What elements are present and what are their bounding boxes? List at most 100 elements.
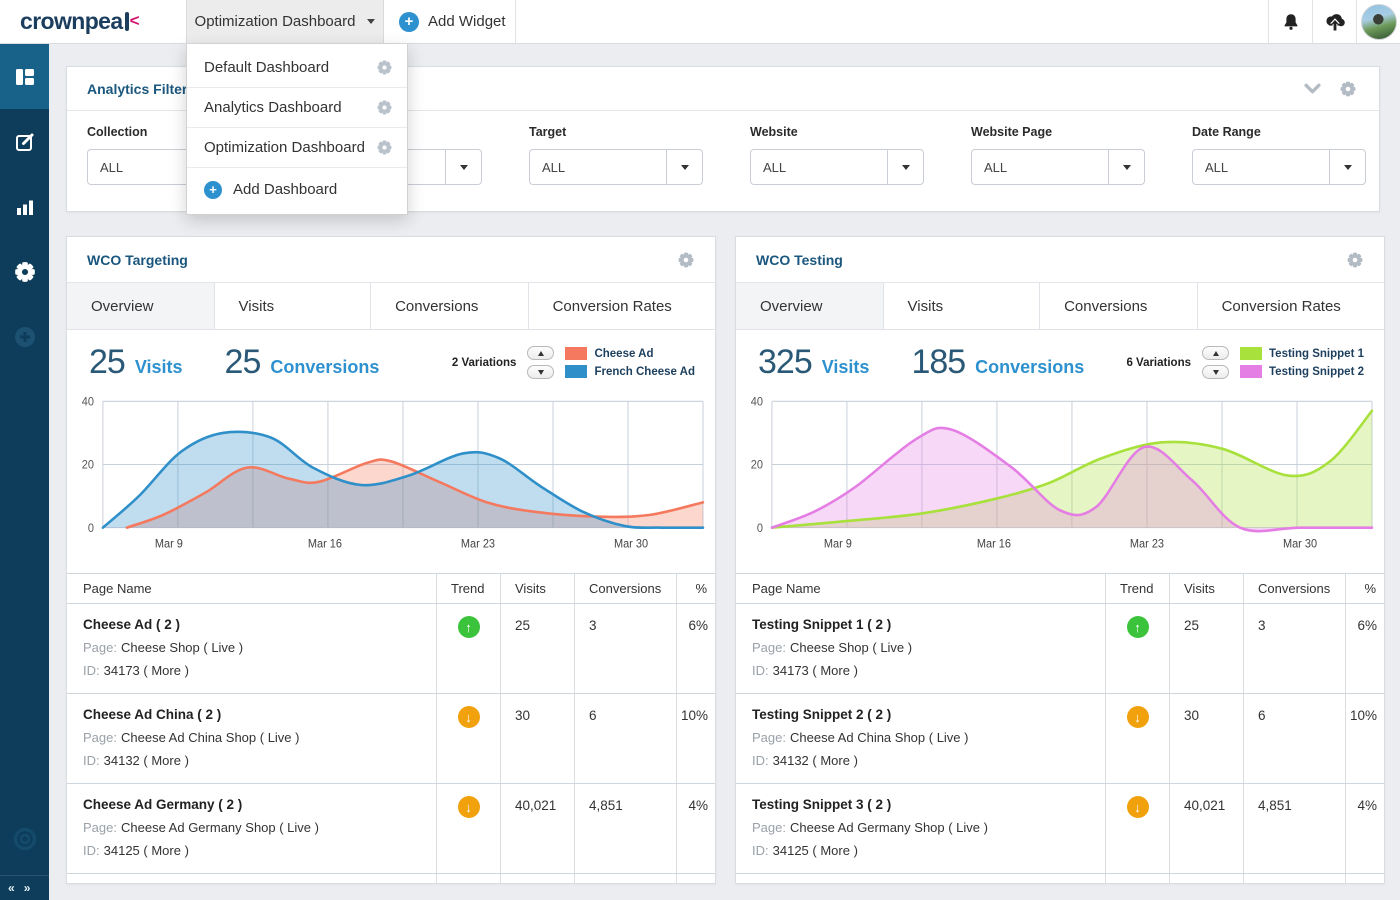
dashboard-layout-icon bbox=[15, 68, 34, 85]
wco-testing-panel: WCO Testing Overview Visits Conversions … bbox=[735, 236, 1385, 884]
select-caret[interactable] bbox=[1108, 150, 1144, 184]
sidebar-item-add[interactable] bbox=[0, 304, 49, 369]
variation-down-button[interactable] bbox=[1202, 365, 1229, 379]
visits-cell: 30 bbox=[1170, 694, 1244, 783]
visits-label: Visits bbox=[821, 357, 870, 377]
bell-icon bbox=[1284, 13, 1297, 30]
col-trend: Trend bbox=[437, 574, 501, 603]
gear-icon[interactable] bbox=[376, 99, 393, 116]
date-range-select[interactable]: ALL bbox=[1192, 149, 1366, 185]
visits-cell: 30 bbox=[501, 694, 575, 783]
select-caret[interactable] bbox=[666, 150, 702, 184]
expand-sidebar-icon[interactable]: » bbox=[24, 882, 31, 894]
gear-icon[interactable] bbox=[376, 139, 393, 156]
page-value: Cheese Shop ( Live ) bbox=[120, 640, 244, 655]
legend-item: Testing Snippet 1 bbox=[1240, 347, 1364, 360]
wco-testing-table: Page Name Trend Visits Conversions % Tes… bbox=[736, 573, 1384, 883]
user-menu[interactable] bbox=[1356, 0, 1400, 43]
widget-gear-icon[interactable] bbox=[677, 251, 695, 269]
filter-website: Website ALL bbox=[750, 125, 924, 185]
id-value: 34132 bbox=[772, 753, 809, 768]
legend-item: Cheese Ad bbox=[565, 347, 695, 360]
table-header: Page Name Trend Visits Conversions % bbox=[67, 574, 715, 604]
table-row-partial bbox=[67, 874, 715, 883]
tab-conversion-rates[interactable]: Conversion Rates bbox=[528, 283, 715, 329]
table-row: Cheese Ad ( 2 ) Page: Cheese Shop ( Live … bbox=[67, 604, 715, 694]
publish-button[interactable] bbox=[1312, 0, 1356, 43]
website-select[interactable]: ALL bbox=[750, 149, 924, 185]
select-caret[interactable] bbox=[887, 150, 923, 184]
select-caret[interactable] bbox=[445, 150, 481, 184]
col-page-name: Page Name bbox=[736, 574, 1106, 603]
collapse-sidebar-icon[interactable]: « bbox=[8, 882, 15, 894]
wco-targeting-tabs: Overview Visits Conversions Conversion R… bbox=[67, 283, 715, 330]
more-link[interactable]: ( More ) bbox=[143, 843, 189, 858]
visits-value: 25 bbox=[89, 343, 126, 381]
visits-label: Visits bbox=[134, 357, 183, 377]
more-link[interactable]: ( More ) bbox=[812, 663, 858, 678]
notifications-button[interactable] bbox=[1268, 0, 1312, 43]
variation-up-button[interactable] bbox=[527, 346, 555, 360]
chart-legend: Cheese Ad French Cheese Ad bbox=[565, 347, 695, 378]
cloud-upload-icon bbox=[1325, 13, 1345, 30]
menu-item-label: Default Dashboard bbox=[204, 58, 330, 76]
more-link[interactable]: ( More ) bbox=[812, 753, 858, 768]
gear-icon[interactable] bbox=[376, 59, 393, 76]
menu-item-analytics-dashboard[interactable]: Analytics Dashboard bbox=[187, 87, 407, 127]
page-prefix: Page: bbox=[752, 730, 786, 745]
conversions-cell: 6 bbox=[575, 694, 677, 783]
sidebar-footer: « » bbox=[0, 875, 49, 900]
target-select[interactable]: ALL bbox=[529, 149, 703, 185]
campaign-name: Cheese Ad Germany ( 2 ) bbox=[83, 797, 243, 812]
filter-label: Website bbox=[750, 125, 798, 139]
menu-item-add-dashboard[interactable]: + Add Dashboard bbox=[187, 167, 407, 211]
collapse-chevron-icon[interactable] bbox=[1304, 83, 1321, 94]
wco-targeting-table: Page Name Trend Visits Conversions % Che… bbox=[67, 573, 715, 883]
table-row: Testing Snippet 2 ( 2 ) Page: Cheese Ad C… bbox=[736, 694, 1384, 784]
tab-visits[interactable]: Visits bbox=[214, 283, 372, 329]
tab-overview[interactable]: Overview bbox=[736, 283, 884, 329]
filter-gear-icon[interactable] bbox=[1339, 80, 1357, 98]
sidebar-item-help[interactable] bbox=[0, 803, 49, 875]
sidebar-item-compose[interactable] bbox=[0, 109, 49, 174]
trend-down-icon bbox=[1126, 796, 1149, 818]
website-page-select[interactable]: ALL bbox=[971, 149, 1145, 185]
add-widget-button[interactable]: + Add Widget bbox=[384, 0, 516, 43]
widget-gear-icon[interactable] bbox=[1346, 251, 1364, 269]
menu-item-default-dashboard[interactable]: Default Dashboard bbox=[187, 47, 407, 87]
tab-conversions[interactable]: Conversions bbox=[371, 283, 529, 329]
more-link[interactable]: ( More ) bbox=[143, 663, 189, 678]
tab-conversions[interactable]: Conversions bbox=[1040, 283, 1198, 329]
sidebar: « » bbox=[0, 44, 49, 900]
table-row: Cheese Ad Germany ( 2 ) Page: Cheese Ad G… bbox=[67, 784, 715, 874]
tab-overview[interactable]: Overview bbox=[67, 283, 215, 329]
variations-control: 6 Variations Testing Snippet 1 Testing S… bbox=[1126, 346, 1364, 379]
conversions-cell: 3 bbox=[575, 604, 677, 693]
sidebar-item-analytics[interactable] bbox=[0, 174, 49, 239]
tab-visits[interactable]: Visits bbox=[883, 283, 1041, 329]
conversions-label: Conversions bbox=[975, 357, 1085, 377]
more-link[interactable]: ( More ) bbox=[812, 843, 858, 858]
col-trend: Trend bbox=[1106, 574, 1170, 603]
percent-cell: 10% bbox=[680, 708, 708, 723]
campaign-name: Testing Snippet 1 ( 2 ) bbox=[752, 617, 892, 632]
col-conversions: Conversions bbox=[575, 574, 677, 603]
id-prefix: ID: bbox=[83, 843, 100, 858]
more-link[interactable]: ( More ) bbox=[143, 753, 189, 768]
page-prefix: Page: bbox=[83, 730, 117, 745]
svg-text:Mar 9: Mar 9 bbox=[824, 538, 852, 550]
svg-text:Mar 16: Mar 16 bbox=[308, 538, 342, 550]
sidebar-item-dashboards[interactable] bbox=[0, 44, 49, 109]
select-caret[interactable] bbox=[1329, 150, 1365, 184]
id-prefix: ID: bbox=[752, 843, 769, 858]
sidebar-item-settings[interactable] bbox=[0, 239, 49, 304]
dashboard-selector[interactable]: Optimization Dashboard bbox=[186, 0, 384, 43]
page-value: Cheese Shop ( Live ) bbox=[789, 640, 913, 655]
filter-label: Website Page bbox=[971, 125, 1053, 139]
legend-label: French Cheese Ad bbox=[594, 365, 695, 378]
menu-item-optimization-dashboard[interactable]: Optimization Dashboard bbox=[187, 127, 407, 167]
variation-up-button[interactable] bbox=[1202, 346, 1229, 360]
tab-conversion-rates[interactable]: Conversion Rates bbox=[1197, 283, 1384, 329]
life-ring-icon bbox=[13, 827, 36, 851]
variation-down-button[interactable] bbox=[527, 365, 555, 379]
